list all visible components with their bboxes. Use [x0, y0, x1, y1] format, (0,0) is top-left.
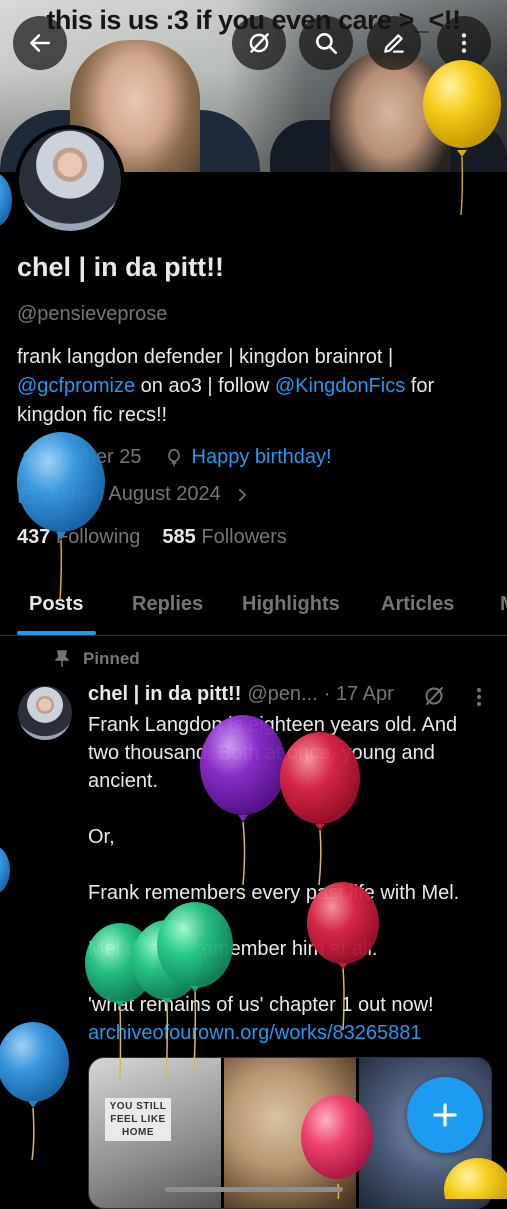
balloon [307, 882, 379, 1031]
balloon-overlay [0, 60, 507, 1199]
balloon [17, 432, 105, 601]
compose-button[interactable] [407, 1077, 483, 1153]
balloon [280, 732, 360, 886]
balloon [0, 847, 10, 893]
home-indicator[interactable] [165, 1187, 343, 1192]
balloon [0, 1022, 69, 1161]
balloon [301, 1095, 373, 1199]
balloon [0, 174, 12, 226]
balloon [444, 1158, 507, 1199]
balloon [423, 60, 501, 216]
balloon [200, 715, 286, 886]
plus-icon [433, 1103, 457, 1127]
